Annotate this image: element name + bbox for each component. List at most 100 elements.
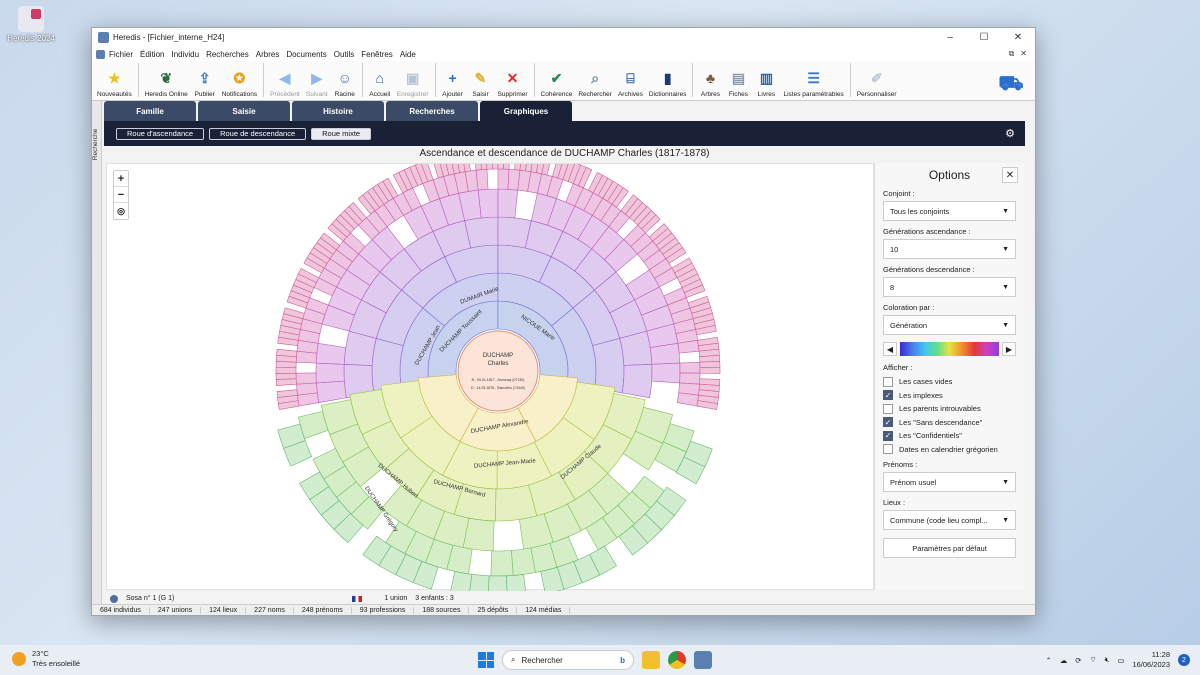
subtab-roue-descendance[interactable]: Roue de descendance bbox=[209, 127, 307, 140]
subtab-roue-mixte[interactable]: Roue mixte bbox=[311, 127, 372, 140]
descendant-box[interactable] bbox=[490, 550, 514, 577]
ancestor-box[interactable] bbox=[477, 188, 499, 219]
minimize-button[interactable]: – bbox=[933, 32, 967, 43]
palette-gradient[interactable] bbox=[900, 342, 999, 356]
ancestor-box[interactable] bbox=[276, 348, 298, 358]
ancestor-box[interactable] bbox=[497, 164, 504, 170]
checkbox-row[interactable]: Dates en calendrier grégorien bbox=[883, 443, 1016, 457]
toolbar-notification-button[interactable]: ✪ Notifications bbox=[219, 67, 260, 99]
conjoint-select[interactable]: Tous les conjoints ▼ bbox=[883, 201, 1016, 221]
checkbox-row[interactable]: Les parents introuvables bbox=[883, 402, 1016, 416]
toolbar-tree-button[interactable]: ♣ Arbres bbox=[696, 67, 724, 98]
descendant-box[interactable] bbox=[450, 571, 473, 591]
ancestor-box[interactable] bbox=[651, 362, 681, 384]
palette-prev-icon[interactable]: ◀ bbox=[883, 342, 897, 356]
root-person-circle[interactable] bbox=[457, 330, 539, 412]
maximize-button[interactable]: ☐ bbox=[967, 32, 1001, 43]
close-options-icon[interactable]: ✕ bbox=[1002, 167, 1018, 183]
menu-edition[interactable]: Édition bbox=[140, 50, 164, 59]
tab-recherches[interactable]: Recherches bbox=[386, 101, 478, 121]
tab-histoire[interactable]: Histoire bbox=[292, 101, 384, 121]
desktop-icon-heredis[interactable]: Heredis 2024 bbox=[6, 6, 56, 43]
checkbox-row[interactable]: ✓ Les implexes bbox=[883, 389, 1016, 403]
ancestor-box[interactable] bbox=[492, 164, 499, 170]
toolbar-coherence-button[interactable]: ✔ Cohérence bbox=[538, 67, 576, 99]
ancestor-box[interactable] bbox=[503, 164, 511, 170]
toolbar-news-button[interactable]: ★ Nouveautés bbox=[94, 67, 135, 99]
mdi-restore-icon[interactable]: ⧉ bbox=[1009, 49, 1015, 59]
ancestor-box[interactable] bbox=[275, 372, 297, 380]
weather-widget[interactable]: 23°C Très ensoleillé bbox=[12, 649, 80, 669]
toolbar-add-button[interactable]: + Ajouter bbox=[439, 67, 467, 98]
toolbar-edit-button[interactable]: ✎ Saisir bbox=[467, 67, 495, 99]
tab-graphiques[interactable]: Graphiques bbox=[480, 101, 572, 121]
ancestor-box[interactable] bbox=[679, 372, 701, 385]
mdi-close-icon[interactable]: ✕ bbox=[1020, 49, 1027, 59]
menu-fichier[interactable]: Fichier bbox=[109, 50, 133, 59]
toolbar-book-button[interactable]: ▥ Livres bbox=[752, 67, 780, 99]
tab-saisie[interactable]: Saisie bbox=[198, 101, 290, 121]
ancestor-box[interactable] bbox=[464, 216, 499, 249]
menu-aide[interactable]: Aide bbox=[400, 50, 416, 59]
ancestor-box[interactable] bbox=[315, 342, 347, 365]
toolbar-delete-button[interactable]: ✕ Supprimer bbox=[495, 67, 531, 99]
ancestor-box[interactable] bbox=[541, 164, 552, 176]
ancestor-box[interactable] bbox=[497, 168, 510, 190]
toolbar-list-settings-button[interactable]: ☰ Listes paramétrables bbox=[780, 67, 846, 99]
checkbox-row[interactable]: ✓ Les "Confidentiels" bbox=[883, 429, 1016, 443]
toolbar-archives-button[interactable]: ⌸ Archives bbox=[615, 67, 646, 99]
toolbar-arrow-left-button[interactable]: ◀ Précédent bbox=[267, 67, 303, 99]
toolbar-customize-button[interactable]: ✐ Personnaliser bbox=[854, 67, 900, 99]
basket-button[interactable]: ⛟ bbox=[997, 73, 1025, 98]
toolbar-cards-button[interactable]: ▤ Fiches bbox=[724, 67, 752, 99]
menu-arbres[interactable]: Arbres bbox=[256, 50, 280, 59]
lieux-select[interactable]: Commune (code lieu compl... ▼ bbox=[883, 510, 1016, 530]
palette-next-icon[interactable]: ▶ bbox=[1002, 342, 1016, 356]
descendant-box[interactable] bbox=[488, 575, 508, 591]
fan-chart-canvas[interactable]: + − ◎ DUCHAMP Charles N : 09.01.1817 - Ann… bbox=[106, 163, 874, 591]
clock[interactable]: 11:28 16/06/2023 bbox=[1132, 650, 1170, 670]
search-sidebar[interactable]: Recherche bbox=[92, 101, 102, 606]
volume-icon[interactable]: 🔇︎ bbox=[1105, 655, 1110, 665]
wifi-icon[interactable]: ⌔ bbox=[1090, 655, 1097, 665]
file-explorer-icon[interactable] bbox=[642, 651, 660, 669]
ancestor-box[interactable] bbox=[296, 382, 318, 396]
cloud-icon[interactable]: ☁ bbox=[1060, 656, 1068, 665]
prenoms-select[interactable]: Prénom usuel ▼ bbox=[883, 472, 1016, 492]
toolbar-save-button[interactable]: ▣ Enregistrer bbox=[394, 67, 432, 99]
ancestor-box[interactable] bbox=[699, 361, 721, 368]
checkbox[interactable] bbox=[883, 403, 893, 414]
descendant-box[interactable] bbox=[506, 574, 526, 591]
sync-icon[interactable]: ⟳ bbox=[1075, 656, 1081, 665]
ancestor-box[interactable] bbox=[315, 362, 345, 384]
menu-documents[interactable]: Documents bbox=[286, 50, 326, 59]
checkbox[interactable]: ✓ bbox=[883, 417, 893, 428]
ancestor-box[interactable] bbox=[475, 168, 489, 191]
toolbar-search-button[interactable]: ⌕ Rechercher bbox=[575, 67, 615, 99]
toolbar-root-person-button[interactable]: ☺ Racine bbox=[331, 67, 359, 98]
checkbox[interactable] bbox=[883, 376, 893, 387]
gen-asc-select[interactable]: 10 ▼ bbox=[883, 239, 1016, 259]
ancestor-box[interactable] bbox=[275, 378, 297, 386]
menu-recherches[interactable]: Recherches bbox=[206, 50, 249, 59]
gen-desc-select[interactable]: 8 ▼ bbox=[883, 277, 1016, 297]
reset-defaults-button[interactable]: Paramètres par défaut bbox=[883, 538, 1016, 558]
toolbar-publish-button[interactable]: ⇪ Publier bbox=[191, 67, 219, 99]
checkbox-row[interactable]: ✓ Les "Sans descendance" bbox=[883, 416, 1016, 430]
windows-start-icon[interactable] bbox=[478, 652, 494, 668]
menu-individu[interactable]: Individu bbox=[171, 50, 199, 59]
coloration-select[interactable]: Génération ▼ bbox=[883, 315, 1016, 335]
ancestor-box[interactable] bbox=[275, 367, 297, 374]
checkbox[interactable]: ✓ bbox=[883, 430, 893, 441]
toolbar-arrow-right-button[interactable]: ▶ Suivant bbox=[303, 67, 331, 99]
subtab-roue-ascendance[interactable]: Roue d'ascendance bbox=[116, 127, 205, 140]
toolbar-leaf-button[interactable]: ❦ Heredis Online bbox=[142, 67, 191, 99]
menu-outils[interactable]: Outils bbox=[334, 50, 354, 59]
ancestor-box[interactable] bbox=[497, 188, 519, 219]
checkbox-row[interactable]: Les cases vides bbox=[883, 375, 1016, 389]
ancestor-box[interactable] bbox=[486, 164, 493, 170]
descendant-box[interactable] bbox=[469, 573, 490, 591]
ancestor-box[interactable] bbox=[699, 367, 721, 374]
taskbar-search[interactable]: ⌕ Rechercher b bbox=[502, 650, 634, 670]
checkbox[interactable]: ✓ bbox=[883, 390, 893, 401]
